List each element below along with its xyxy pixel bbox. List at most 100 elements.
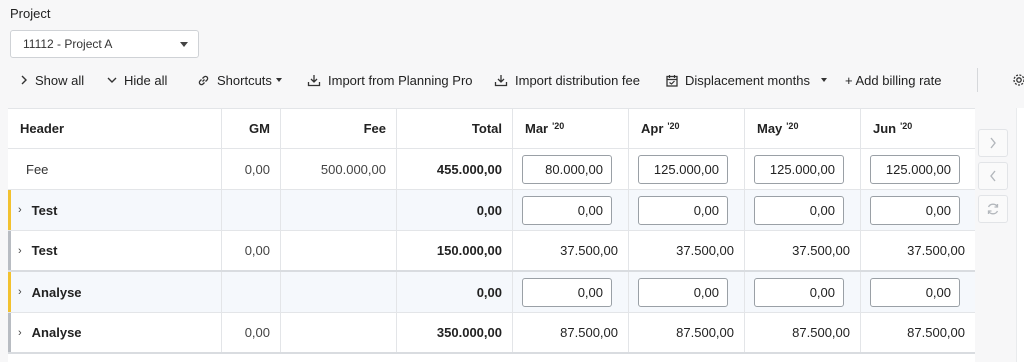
project-select[interactable]: 11112 - Project A [10,30,199,58]
month-value-input[interactable]: 125.000,00 [754,154,844,184]
column-header-header[interactable]: Header [8,109,222,148]
import-distribution-label: Import distribution fee [515,72,641,88]
add-billing-rate-button[interactable]: + Add billing rate [845,66,941,94]
row-label: Fee [8,149,222,189]
total-cell: 0,00 [397,272,513,312]
total-cell: 350.000,00 [397,313,513,352]
table-header-row: Header GM Fee Total Mar '20 Apr '20 May '20… [8,109,975,149]
month-cell: 0,00 [745,272,861,312]
project-select-value: 11112 - Project A [23,37,113,51]
project-label: Project [10,6,51,21]
toolbar-divider [977,68,978,92]
month-cell: 37.500,00 [513,231,629,270]
import-icon [307,74,321,86]
link-icon [198,75,209,85]
table-row: › Test 0,00 0,00 0,00 0,00 0,00 [8,190,975,231]
row-label[interactable]: › Analyse [8,272,222,312]
column-header-gm[interactable]: GM [222,109,281,148]
column-header-month[interactable]: Mar '20 [513,109,629,148]
row-label[interactable]: › Test [8,190,222,230]
month-cell: 125.000,00 [861,149,975,189]
hide-all-label: Hide all [124,72,168,88]
month-value-input[interactable]: 125.000,00 [870,154,960,184]
total-cell: 455.000,00 [397,149,513,189]
month-cell: 80.000,00 [513,149,629,189]
table-row: › Analyse 0,00 0,00 0,00 0,00 0,00 [8,272,975,313]
chevron-down-icon [180,42,188,47]
chevron-right-icon[interactable]: › [18,204,22,216]
gm-cell: 0,00 [222,313,281,352]
column-header-month[interactable]: Jun '20 [861,109,975,148]
month-cell: 0,00 [513,272,629,312]
month-value-input[interactable]: 125.000,00 [638,154,728,184]
shortcuts-button[interactable]: Shortcuts [197,66,282,94]
column-header-fee[interactable]: Fee [281,109,397,148]
month-cell: 0,00 [629,272,745,312]
month-value-input[interactable]: 0,00 [522,277,612,307]
month-value-input[interactable]: 0,00 [522,195,612,225]
refresh-button[interactable] [978,195,1008,223]
row-label[interactable]: › Test [8,231,222,270]
chevron-right-icon[interactable]: › [18,286,22,298]
total-cell: 0,00 [397,190,513,230]
month-value-input[interactable]: 0,00 [870,195,960,225]
month-cell: 125.000,00 [629,149,745,189]
table-row: › Analyse 0,00 350.000,00 87.500,00 87.50… [8,313,975,354]
right-panel-edge [1016,108,1024,362]
caret-down-icon [275,78,282,82]
fee-cell [281,231,397,270]
billing-table: Header GM Fee Total Mar '20 Apr '20 May '20… [8,108,975,362]
column-header-month[interactable]: May '20 [745,109,861,148]
hide-all-button[interactable]: Hide all [107,66,167,94]
import-planning-button[interactable]: Import from Planning Pro [307,66,473,94]
total-cell: 150.000,00 [397,231,513,270]
gear-icon [1013,74,1024,86]
previous-months-button[interactable] [978,162,1008,190]
month-cell: 87.500,00 [629,313,745,352]
gm-cell [222,190,281,230]
import-distribution-button[interactable]: Import distribution fee [494,66,640,94]
chevron-right-icon [21,75,27,85]
refresh-icon [987,203,999,215]
month-cell: 37.500,00 [907,243,965,258]
row-label[interactable]: › Analyse [8,313,222,352]
caret-down-icon [821,78,827,82]
settings-button[interactable] [1012,66,1024,94]
chevron-right-icon[interactable]: › [18,245,22,257]
month-value-input[interactable]: 0,00 [638,195,728,225]
import-planning-label: Import from Planning Pro [328,72,473,88]
month-value-input[interactable]: 80.000,00 [522,154,612,184]
chevron-right-icon [990,137,996,149]
show-all-button[interactable]: Show all [20,66,84,94]
gm-cell: 0,00 [222,231,281,270]
month-value-input[interactable]: 0,00 [870,277,960,307]
month-cell: 37.500,00 [629,231,745,270]
chevron-right-icon[interactable]: › [18,327,22,339]
month-value-input[interactable]: 0,00 [754,195,844,225]
shortcuts-label: Shortcuts [217,72,272,88]
fee-cell [281,190,397,230]
column-header-month[interactable]: Apr '20 [629,109,745,148]
displacement-label: Displacement months [685,72,810,88]
import-icon [494,74,508,86]
column-header-total[interactable]: Total [397,109,513,148]
fee-cell [281,313,397,352]
add-billing-label: + Add billing rate [845,72,942,88]
month-cell: 0,00 [745,190,861,230]
month-cell: 0,00 [861,190,975,230]
month-cell: 0,00 [629,190,745,230]
month-cell: 37.500,00 [745,231,861,270]
month-cell: 87.500,00 [745,313,861,352]
next-months-button[interactable] [978,129,1008,157]
month-cell: 0,00 [513,190,629,230]
month-value-input[interactable]: 0,00 [638,277,728,307]
calendar-icon [666,74,678,87]
chevron-down-icon [107,77,117,83]
month-value-input[interactable]: 0,00 [754,277,844,307]
fee-cell [281,272,397,312]
gm-cell [222,272,281,312]
table-row: › Test 0,00 150.000,00 37.500,00 37.500,0… [8,231,975,272]
displacement-months-button[interactable]: Displacement months [666,66,827,94]
gm-cell: 0,00 [222,149,281,189]
month-cell: 87.500,00 [513,313,629,352]
